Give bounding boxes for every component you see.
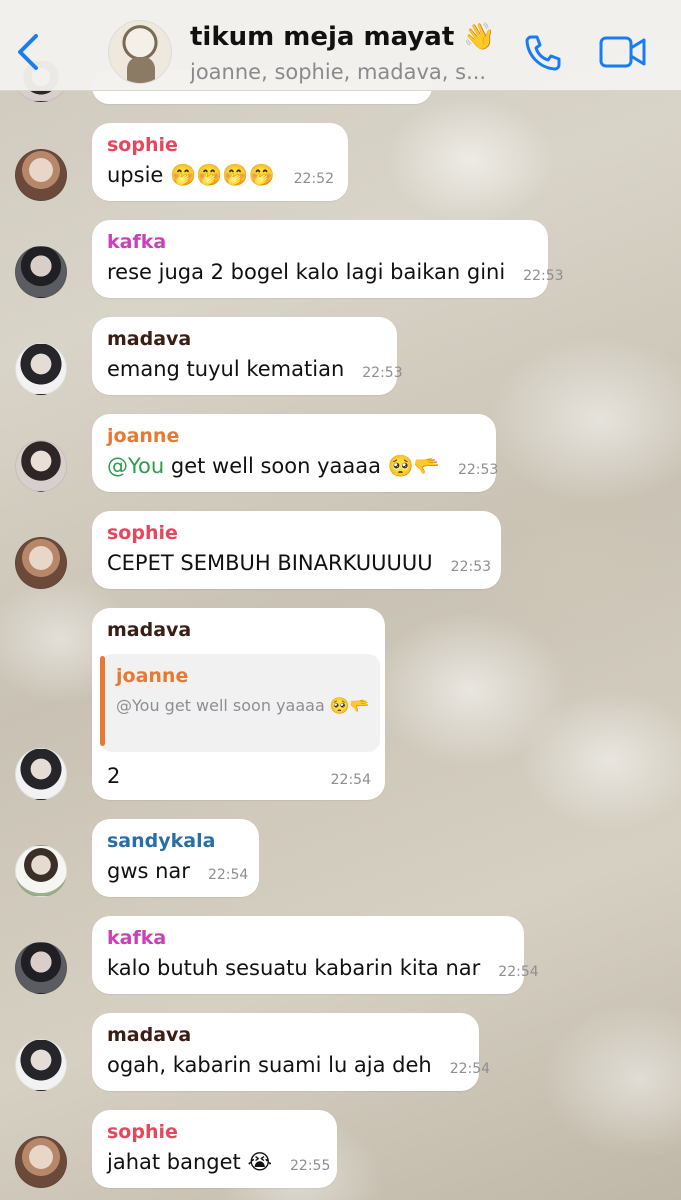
avatar-sophie[interactable] (15, 537, 67, 589)
video-camera-icon (599, 36, 646, 68)
message-time: 22:53 (523, 268, 564, 284)
message-time: 22:53 (450, 559, 492, 575)
message-time: 22:54 (449, 1061, 491, 1077)
quoted-reply[interactable]: joanne @You get well soon yaaaa 🥺🫳 (100, 654, 380, 752)
sender-name[interactable]: kafka (107, 230, 534, 258)
avatar-madava[interactable] (15, 748, 67, 800)
avatar-sophie[interactable] (15, 1136, 67, 1188)
sender-name[interactable]: madava (107, 618, 371, 646)
mention[interactable]: @You (107, 454, 164, 478)
video-call-button[interactable] (598, 34, 648, 70)
message-text: rese juga 2 bogel kalo lagi baikan gini (107, 260, 506, 284)
message-text: upsie 🤭🤭🤭🤭 (107, 163, 275, 187)
sender-name[interactable]: joanne (107, 424, 482, 452)
reply-text: @You get well soon yaaaa 🥺🫳 (116, 696, 370, 715)
message-bubble[interactable]: madava ogah, kabarin suami lu aja deh 22… (92, 1013, 490, 1091)
message-time: 22:54 (207, 867, 249, 883)
avatar-madava[interactable] (15, 1039, 67, 1091)
chevron-left-icon (18, 34, 38, 70)
message-text: @You get well soon yaaaa 🥺🫳 (107, 452, 440, 480)
message-bubble[interactable]: kafka rese juga 2 bogel kalo lagi baikan… (92, 220, 564, 298)
message-bubble[interactable]: sophie upsie 🤭🤭🤭🤭 22:52 (92, 123, 348, 201)
back-button[interactable] (14, 30, 46, 74)
message-time: 22:53 (457, 462, 499, 478)
message-bubble[interactable]: kafka kalo butuh sesuatu kabarin kita na… (92, 916, 539, 994)
avatar-sophie[interactable] (15, 149, 67, 201)
message-text: 2 (107, 764, 121, 788)
avatar-kafka[interactable] (15, 942, 67, 994)
chat-header: tikum meja mayat 👋 joanne, sophie, madav… (0, 0, 681, 91)
message-text: CEPET SEMBUH BINARKUUUUU (107, 551, 433, 575)
message-bubble[interactable]: sophie CEPET SEMBUH BINARKUUUUU 22:53 (92, 511, 501, 589)
avatar-sandykala[interactable] (15, 845, 67, 897)
group-members[interactable]: joanne, sophie, madava, s... (190, 60, 508, 84)
message-text: kalo butuh sesuatu kabarin kita nar (107, 956, 481, 980)
message-text: jahat banget 😭 (107, 1150, 272, 1174)
voice-call-button[interactable] (522, 32, 564, 74)
avatar-joanne[interactable] (15, 440, 67, 492)
avatar-kafka[interactable] (15, 246, 67, 298)
message-bubble[interactable]: joanne @You get well soon yaaaa 🥺🫳 22:53 (92, 414, 499, 492)
sender-name[interactable]: sophie (107, 521, 487, 549)
message-time: 22:54 (330, 772, 371, 788)
message-time: 22:54 (498, 964, 539, 980)
reply-sender: joanne (116, 665, 189, 687)
sender-name[interactable]: sophie (107, 133, 334, 161)
sender-name[interactable]: madava (107, 1023, 465, 1051)
phone-icon (525, 35, 561, 71)
sender-name[interactable]: sophie (107, 1120, 323, 1148)
sender-name[interactable]: madava (107, 327, 383, 355)
message-text: ogah, kabarin suami lu aja deh (107, 1053, 432, 1077)
message-time: 22:52 (293, 171, 334, 187)
message-bubble[interactable]: sophie jahat banget 😭 22:55 (92, 1110, 337, 1188)
message-bubble[interactable]: madava joanne @You get well soon yaaaa 🥺… (92, 608, 385, 800)
message-text-rest: get well soon yaaaa 🥺🫳 (164, 454, 440, 478)
avatar-madava[interactable] (15, 343, 67, 395)
group-title[interactable]: tikum meja mayat 👋 (190, 22, 496, 52)
message-time: 22:53 (362, 365, 403, 381)
message-text: emang tuyul kematian (107, 357, 345, 381)
message-bubble[interactable]: sandykala gws nar 22:54 (92, 819, 259, 897)
message-text: gws nar (107, 859, 190, 883)
message-time: 22:55 (290, 1158, 331, 1174)
sender-name[interactable]: sandykala (107, 829, 245, 857)
group-avatar[interactable] (108, 20, 172, 84)
message-bubble[interactable]: madava emang tuyul kematian 22:53 (92, 317, 403, 395)
sender-name[interactable]: kafka (107, 926, 510, 954)
